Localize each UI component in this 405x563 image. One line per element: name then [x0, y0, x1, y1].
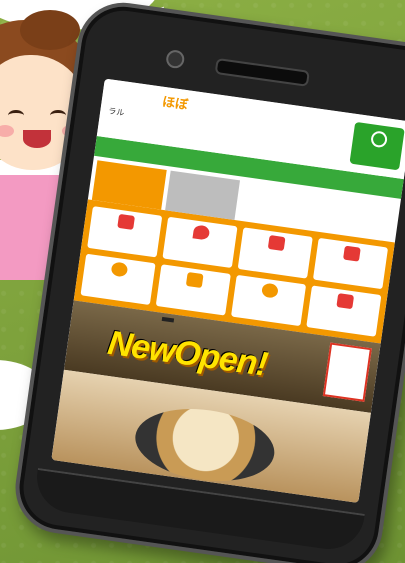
pin-icon: [192, 224, 211, 241]
cart-icon: [343, 245, 361, 262]
store-name-line1: ラル: [107, 106, 125, 118]
grid-item[interactable]: [87, 206, 163, 258]
hair-bun: [20, 10, 80, 50]
left-eye: [8, 110, 24, 121]
menu-button[interactable]: [349, 121, 405, 171]
grid-item[interactable]: [162, 216, 238, 269]
coupon-icon: [117, 213, 136, 230]
grid-item[interactable]: [80, 253, 156, 306]
gift-icon: [185, 271, 204, 289]
banner-badge: [322, 342, 372, 402]
mouth: [23, 130, 51, 148]
store-name: ラル: [108, 105, 125, 118]
star-icon: [110, 261, 129, 278]
site-logo[interactable]: ほぼ: [161, 91, 189, 113]
banner-tag: [161, 316, 175, 323]
grid-item[interactable]: [237, 227, 313, 279]
promo-illustration: ほぼ ラル NewOpen!: [0, 0, 405, 563]
grid-item[interactable]: [306, 285, 382, 337]
phone-screen: ほぼ ラル NewOpen!: [51, 78, 405, 503]
left-cheek: [0, 125, 14, 137]
ticket-icon: [336, 293, 355, 310]
right-eye: [50, 110, 66, 121]
grid-item[interactable]: [155, 264, 231, 316]
calendar-icon: [267, 235, 286, 252]
grid-item[interactable]: [312, 237, 389, 290]
banner-headline: NewOpen!: [105, 323, 270, 384]
medal-icon: [261, 282, 279, 299]
grid-item[interactable]: [230, 274, 307, 327]
